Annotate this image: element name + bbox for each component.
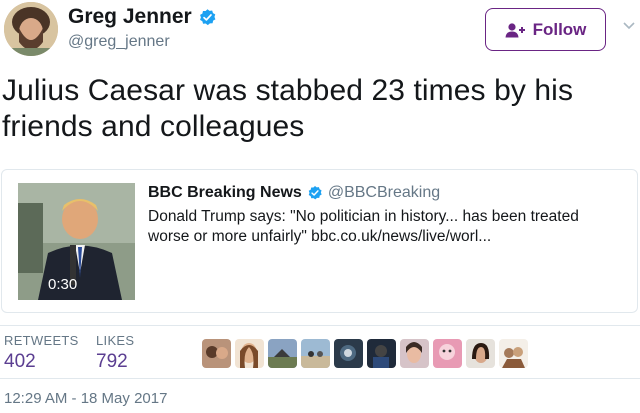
retweets-label: RETWEETS	[4, 333, 79, 348]
tweet-timestamp[interactable]: 12:29 AM - 18 May 2017	[4, 390, 167, 407]
verified-badge-icon	[308, 186, 322, 200]
retweets-stat[interactable]: RETWEETS 402	[4, 333, 79, 373]
stats-divider-bottom	[0, 378, 640, 379]
follow-button[interactable]: Follow	[485, 8, 606, 51]
liker-avatar[interactable]	[367, 339, 396, 368]
author-avatar[interactable]	[4, 2, 58, 56]
liker-avatar[interactable]	[499, 339, 528, 368]
liker-avatar[interactable]	[400, 339, 429, 368]
liker-avatar[interactable]	[433, 339, 462, 368]
quoted-tweet-text: Donald Trump says: "No politician in his…	[148, 208, 579, 245]
author-name-text[interactable]: Greg Jenner	[68, 5, 192, 29]
retweets-count: 402	[4, 351, 36, 372]
liker-avatar[interactable]	[334, 339, 363, 368]
likes-count: 792	[96, 351, 128, 372]
liker-avatar[interactable]	[301, 339, 330, 368]
verified-badge-icon	[199, 8, 216, 25]
author-handle[interactable]: @greg_jenner	[68, 33, 170, 51]
likes-label: LIKES	[96, 333, 135, 348]
quoted-author-name[interactable]: BBC Breaking News	[148, 184, 302, 202]
author-name[interactable]: Greg Jenner	[68, 5, 217, 29]
liker-avatar[interactable]	[466, 339, 495, 368]
quoted-tweet-card[interactable]: 0:30 BBC Breaking News @BBCBreaking Dona…	[1, 169, 638, 313]
liker-avatar[interactable]	[202, 339, 231, 368]
video-duration: 0:30	[48, 276, 78, 293]
tweet-header: Greg Jenner @greg_jenner Follow	[0, 0, 640, 62]
quoted-author-handle[interactable]: @BBCBreaking	[328, 184, 440, 202]
liker-avatar[interactable]	[268, 339, 297, 368]
follow-button-label: Follow	[532, 19, 587, 39]
tweet-text: Julius Caesar was stabbed 23 times by hi…	[2, 74, 574, 143]
quoted-author[interactable]: BBC Breaking News @BBCBreaking	[148, 184, 440, 202]
liker-avatars	[202, 339, 528, 368]
video-thumbnail[interactable]: 0:30	[18, 183, 135, 300]
likes-stat[interactable]: LIKES 792	[96, 333, 134, 373]
chevron-down-icon[interactable]	[622, 20, 636, 32]
liker-avatar[interactable]	[235, 339, 264, 368]
engagement-stats: RETWEETS 402 LIKES 792	[0, 326, 640, 378]
add-user-icon	[505, 22, 525, 37]
